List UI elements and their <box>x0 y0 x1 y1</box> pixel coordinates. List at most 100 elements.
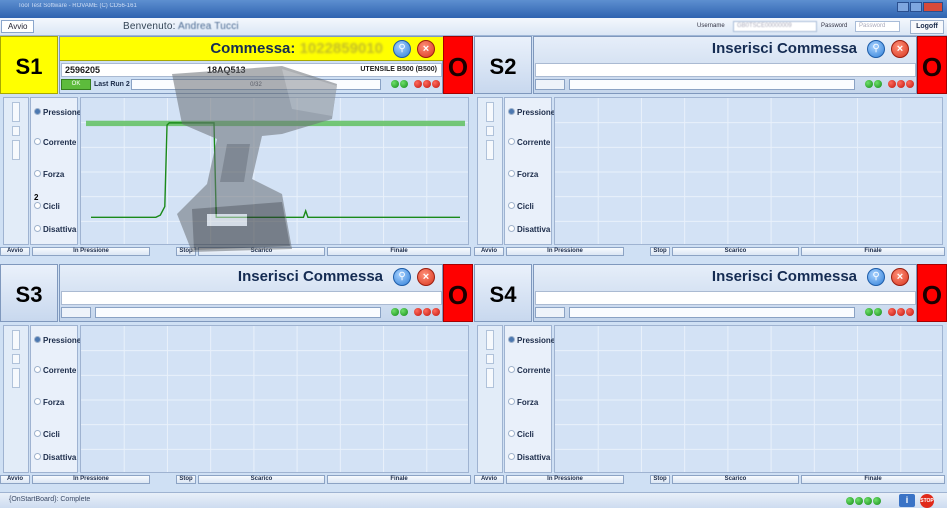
window-title: Tool Test Software - ROVAME (C) CD56-161 <box>18 3 137 9</box>
phase-in-pressione-button[interactable]: In Pressione <box>506 475 624 484</box>
insert-commessa-title: Inserisci Commessa <box>711 268 857 285</box>
info-icon[interactable]: i <box>899 494 915 507</box>
status-led-4 <box>873 497 881 505</box>
param-radio-cicli[interactable]: Cicli <box>34 430 60 442</box>
led-red-3 <box>906 308 914 316</box>
parameter-selector: Pressione Corrente Forza Cicli Disattiva <box>504 97 555 245</box>
parameter-selector: Pressione Corrente Forza Cicli Disattiva <box>30 325 81 473</box>
phase-stop-button[interactable]: Stop <box>650 247 670 256</box>
phase-stop-button[interactable]: Stop <box>176 475 196 484</box>
param-radio-disattiva[interactable]: Disattiva <box>508 225 550 237</box>
cycles-count: 2 <box>34 193 39 202</box>
phase-finale-button[interactable]: Finale <box>801 247 945 256</box>
phase-buttons: Avvio In Pressione Stop Scarico Finale <box>474 475 947 485</box>
phase-scarico-button[interactable]: Scarico <box>198 475 325 484</box>
avvio-tab[interactable]: Avvio <box>1 20 35 33</box>
phase-finale-button[interactable]: Finale <box>327 247 471 256</box>
param-radio-disattiva[interactable]: Disattiva <box>34 453 76 465</box>
param-radio-forza[interactable]: Forza <box>508 398 538 410</box>
phase-avvio-button[interactable]: Avvio <box>474 247 504 256</box>
led-red-2 <box>423 308 431 316</box>
param-radio-pressione[interactable]: Pressione <box>508 336 555 348</box>
station-body: Pressione Corrente Forza Cicli Disattiva <box>474 97 947 247</box>
param-radio-corrente[interactable]: Corrente <box>508 366 550 378</box>
vertical-tabs[interactable] <box>477 325 503 473</box>
title-row: Commessa: 1022859010 ⚲ × <box>60 37 443 61</box>
param-radio-corrente[interactable]: Corrente <box>508 138 550 150</box>
param-radio-corrente[interactable]: Corrente <box>34 366 76 378</box>
phase-stop-button[interactable]: Stop <box>176 247 196 256</box>
phase-scarico-button[interactable]: Scarico <box>672 475 799 484</box>
vertical-tabs[interactable] <box>3 97 29 245</box>
stop-icon[interactable]: STOP <box>920 494 934 508</box>
param-radio-disattiva[interactable]: Disattiva <box>508 453 550 465</box>
username-field[interactable]: GB0TSCE00000009 <box>733 21 817 32</box>
plot-svg <box>555 98 942 244</box>
param-radio-cicli[interactable]: Cicli <box>34 202 60 214</box>
close-icon[interactable]: × <box>417 268 435 286</box>
logoff-button[interactable]: Logoff <box>910 20 944 34</box>
phase-stop-button[interactable]: Stop <box>650 475 670 484</box>
run-status-row <box>535 79 916 92</box>
led-green-1 <box>391 308 399 316</box>
param-radio-forza[interactable]: Forza <box>508 170 538 182</box>
station-status: O <box>917 36 947 94</box>
close-window-button[interactable] <box>923 2 943 12</box>
led-green-1 <box>391 80 399 88</box>
phase-avvio-button[interactable]: Avvio <box>0 475 30 484</box>
param-radio-disattiva[interactable]: Disattiva <box>34 225 76 237</box>
close-icon[interactable]: × <box>891 40 909 58</box>
progress-bar <box>569 307 855 318</box>
param-radio-pressione[interactable]: Pressione <box>508 108 555 120</box>
minimize-button[interactable] <box>897 2 909 12</box>
phase-avvio-button[interactable]: Avvio <box>474 475 504 484</box>
last-run-box <box>535 79 565 90</box>
phase-finale-button[interactable]: Finale <box>327 475 471 484</box>
phase-in-pressione-button[interactable]: In Pressione <box>32 247 150 256</box>
phase-avvio-button[interactable]: Avvio <box>0 247 30 256</box>
param-radio-forza[interactable]: Forza <box>34 170 64 182</box>
maximize-button[interactable] <box>910 2 922 12</box>
search-icon[interactable]: ⚲ <box>393 40 411 58</box>
tolerance-band <box>86 120 465 127</box>
param-radio-cicli[interactable]: Cicli <box>508 202 534 214</box>
close-icon[interactable]: × <box>891 268 909 286</box>
password-field[interactable]: Password <box>855 21 900 32</box>
param-radio-cicli[interactable]: Cicli <box>508 430 534 442</box>
station-info: Inserisci Commessa ⚲ × <box>533 36 917 94</box>
search-icon[interactable]: ⚲ <box>393 268 411 286</box>
phase-in-pressione-button[interactable]: In Pressione <box>32 475 150 484</box>
phase-scarico-button[interactable]: Scarico <box>198 247 325 256</box>
station-panel-s1: S1 Commessa: 1022859010 ⚲ × 2596205 18AQ… <box>0 36 473 271</box>
lot-code: 18AQ513 <box>207 65 246 75</box>
led-green-1 <box>865 308 873 316</box>
search-icon[interactable]: ⚲ <box>867 40 885 58</box>
vertical-tabs[interactable] <box>3 325 29 473</box>
plot-svg <box>555 326 942 472</box>
status-led-1 <box>846 497 854 505</box>
plot-svg <box>81 326 468 472</box>
phase-scarico-button[interactable]: Scarico <box>672 247 799 256</box>
led-red-3 <box>432 308 440 316</box>
led-red-3 <box>432 80 440 88</box>
led-red-1 <box>888 308 896 316</box>
vertical-tabs[interactable] <box>477 97 503 245</box>
welcome-text: Benvenuto: Andrea Tucci <box>123 21 239 32</box>
led-green-2 <box>874 308 882 316</box>
station-leds <box>865 308 914 316</box>
insert-commessa-title: Inserisci Commessa <box>711 40 857 57</box>
param-radio-forza[interactable]: Forza <box>34 398 64 410</box>
station-body: Pressione Corrente Forza Cicli Disattiva <box>0 325 473 475</box>
phase-finale-button[interactable]: Finale <box>801 475 945 484</box>
param-radio-pressione[interactable]: Pressione <box>34 108 81 120</box>
param-radio-pressione[interactable]: Pressione <box>34 336 81 348</box>
close-icon[interactable]: × <box>417 40 435 58</box>
param-radio-corrente[interactable]: Corrente <box>34 138 76 150</box>
password-label: Password <box>821 23 848 29</box>
search-icon[interactable]: ⚲ <box>867 268 885 286</box>
led-green-2 <box>874 80 882 88</box>
phase-in-pressione-button[interactable]: In Pressione <box>506 247 624 256</box>
insert-commessa-title: Inserisci Commessa <box>237 268 383 285</box>
station-panel-s3: S3 Inserisci Commessa ⚲ × O Pressione Co… <box>0 264 473 499</box>
status-led-3 <box>864 497 872 505</box>
